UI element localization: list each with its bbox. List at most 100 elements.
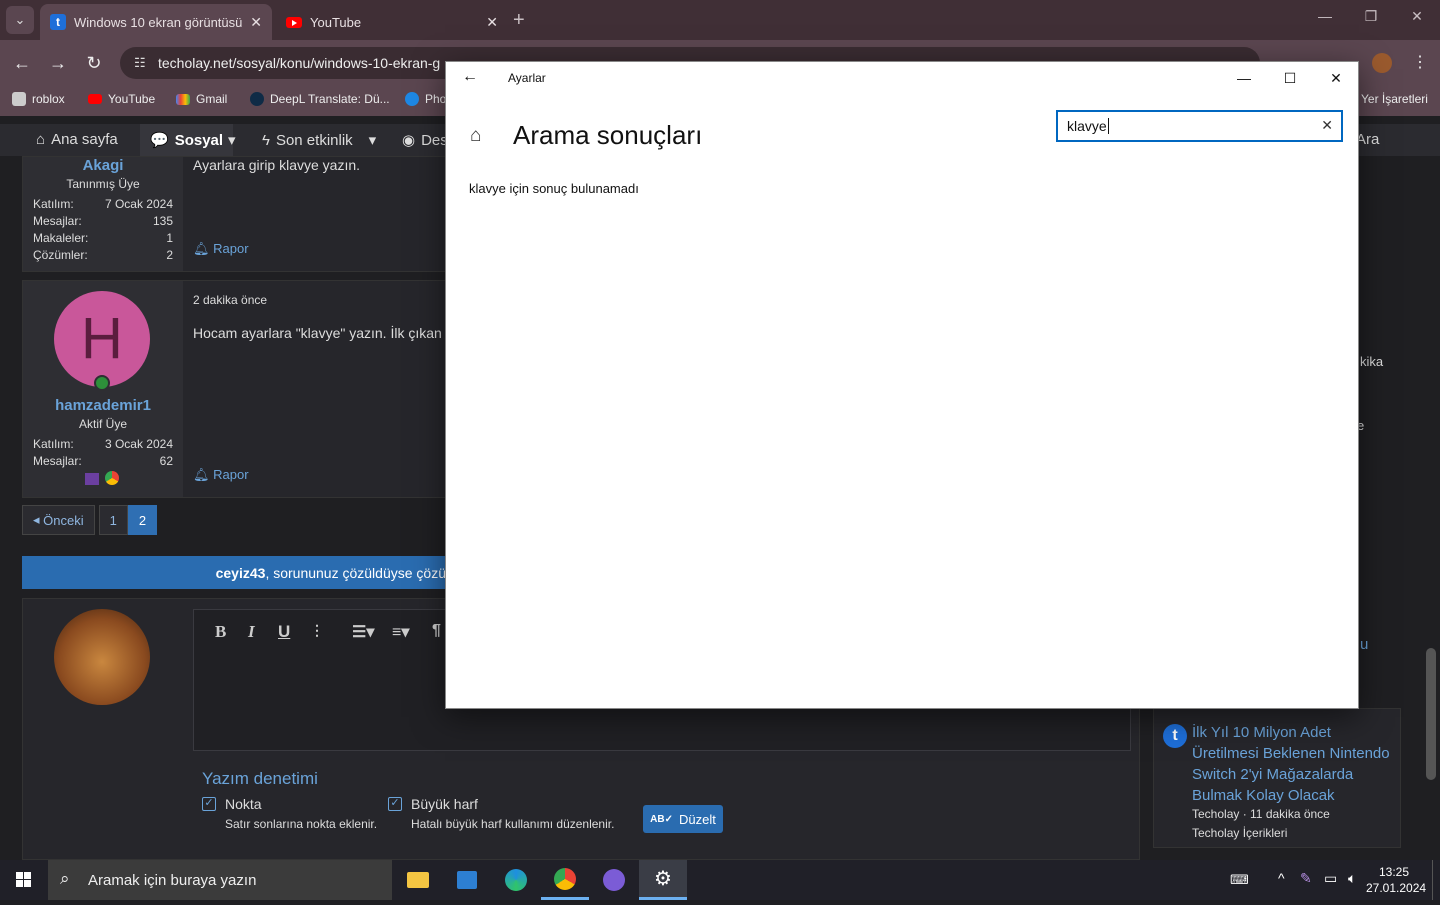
profile-avatar[interactable] — [1372, 53, 1392, 73]
username[interactable]: hamzademir1 — [23, 397, 183, 414]
chevron-down-icon[interactable]: ▾ — [228, 131, 236, 149]
maximize-icon[interactable]: ☐ — [1267, 62, 1313, 94]
article-title[interactable]: İlk Yıl 10 Milyon Adet Üretilmesi Beklen… — [1192, 722, 1397, 806]
stat-row: Mesajlar: 135 — [33, 214, 173, 228]
report-link[interactable]: 🔔︎ Rapor — [193, 467, 249, 483]
start-button[interactable] — [0, 860, 48, 900]
tab-youtube[interactable]: YouTube ✕ — [276, 4, 508, 40]
edge-app[interactable] — [492, 860, 540, 900]
youtube-favicon-icon — [286, 16, 302, 28]
page-1-button[interactable]: 1 — [98, 505, 128, 535]
checkbox-buyuk-harf[interactable]: ✓ — [388, 797, 402, 811]
page-2-button[interactable]: 2 — [127, 505, 158, 535]
article-category[interactable]: Techolay İçerikleri — [1192, 826, 1287, 840]
forward-icon[interactable]: → — [46, 52, 70, 76]
settings-window: ← Ayarlar — ☐ ✕ ⌂ Arama sonuçları klavye… — [445, 61, 1359, 709]
menu-icon[interactable]: ⋮ — [1412, 52, 1428, 72]
chrome-badge-icon — [105, 471, 119, 485]
close-icon[interactable]: ✕ — [1313, 62, 1359, 94]
user-info: H hamzademir1 Aktif Üye Katılım: 3 Ocak 2… — [23, 281, 183, 497]
close-window-icon[interactable]: ✕ — [1394, 8, 1440, 32]
chrome-app[interactable] — [541, 860, 589, 900]
network-icon[interactable]: ▭ — [1324, 870, 1337, 887]
bell-icon: 🔔︎ — [193, 241, 210, 256]
nav-des[interactable]: ◉ Des — [402, 131, 448, 150]
paragraph-icon[interactable]: ¶ — [432, 622, 441, 640]
stat-row: Makaleler: 1 — [33, 231, 173, 245]
minimize-icon[interactable]: — — [1302, 8, 1348, 32]
back-icon[interactable]: ← — [462, 68, 478, 86]
volume-icon[interactable]: 🔈︎ — [1348, 870, 1356, 887]
stat-row: Katılım: 7 Ocak 2024 — [33, 197, 173, 211]
option-desc: Hatalı büyük harf kullanımı düzenlenir. — [411, 817, 615, 831]
app-purple[interactable] — [590, 860, 638, 900]
nav-social[interactable]: 💬 Sosyal — [140, 124, 234, 156]
chevron-left-icon: ◂ — [33, 512, 40, 527]
minimize-icon[interactable]: — — [1221, 62, 1267, 94]
nav-home[interactable]: ⌂ Ana sayfa — [36, 131, 118, 148]
new-tab-icon[interactable]: + — [513, 10, 525, 30]
app-icon — [603, 869, 625, 891]
post-text: Ayarlara girip klavye yazın. — [193, 157, 361, 173]
bookmark-gmail[interactable]: Gmail — [176, 92, 227, 106]
sidebar-fragment: kika — [1360, 354, 1384, 369]
option-label: Nokta — [225, 796, 262, 812]
close-tab-icon[interactable]: ✕ — [486, 14, 498, 31]
gear-icon: ⚙ — [654, 868, 672, 890]
checkbox-nokta[interactable]: ✓ — [202, 797, 216, 811]
store-icon — [457, 871, 477, 889]
bookmark-youtube[interactable]: YouTube — [88, 92, 155, 106]
tab-techolay[interactable]: t Windows 10 ekran görüntüsü al ✕ — [40, 4, 272, 40]
username[interactable]: Akagi — [23, 157, 183, 174]
underline-icon[interactable]: U — [278, 622, 290, 642]
chevron-up-icon[interactable]: ^ — [1278, 870, 1285, 886]
search-icon: ⌕ — [60, 869, 70, 888]
bookmark-folder[interactable]: Yer İşaretleri — [1361, 92, 1428, 106]
online-indicator-icon — [94, 375, 110, 391]
solved-banner: ceyiz43, sorununuz çözüldüyse çözü — [22, 556, 452, 589]
settings-search-input[interactable]: klavye ✕ — [1056, 110, 1343, 142]
clear-icon[interactable]: ✕ — [1321, 117, 1333, 134]
align-icon[interactable]: ≡▾ — [392, 622, 409, 642]
bell-icon: 🔔︎ — [193, 467, 210, 482]
site-settings-icon[interactable]: ☷ — [134, 55, 150, 71]
reload-icon[interactable]: ↻ — [82, 52, 106, 76]
nav-search[interactable]: Ara — [1356, 131, 1379, 148]
avatar[interactable]: H — [54, 291, 150, 387]
chrome-icon — [554, 867, 576, 890]
bookmark-deepl[interactable]: DeepL Translate: Dü... — [250, 92, 390, 106]
show-desktop-button[interactable] — [1432, 860, 1440, 900]
file-explorer-app[interactable] — [394, 860, 442, 900]
tab-search-button[interactable]: ⌄ — [6, 6, 34, 34]
restore-icon[interactable]: ❐ — [1348, 8, 1394, 32]
settings-app[interactable]: ⚙ — [639, 860, 687, 900]
list-icon[interactable]: ☰▾ — [352, 622, 374, 642]
bookmark-roblox[interactable]: roblox — [12, 92, 65, 106]
post-time: 2 dakika önce — [193, 293, 268, 307]
bookmark-pho[interactable]: Pho — [405, 92, 446, 106]
close-tab-icon[interactable]: ✕ — [250, 14, 262, 31]
fix-button[interactable]: AB✓ Düzelt — [643, 805, 723, 833]
avatar[interactable] — [54, 609, 150, 705]
scrollbar-thumb[interactable] — [1426, 648, 1436, 780]
italic-icon[interactable]: I — [248, 622, 255, 642]
nav-activity[interactable]: ϟ Son etkinlik ▾ — [262, 131, 376, 150]
store-app[interactable] — [443, 860, 491, 900]
report-link[interactable]: 🔔︎ Rapor — [193, 241, 249, 257]
pagination: ◂ Önceki 1 2 — [22, 505, 158, 535]
clock[interactable]: 13:25 27.01.2024 — [1366, 864, 1426, 896]
user-role: Tanınmış Üye — [66, 177, 140, 191]
home-icon[interactable]: ⌂ — [470, 125, 481, 147]
home-icon: ⌂ — [36, 131, 46, 148]
more-options-icon[interactable]: ⋮ — [310, 622, 324, 639]
pen-icon[interactable]: ✎ — [1300, 870, 1312, 887]
prev-page-button[interactable]: ◂ Önceki — [22, 505, 95, 535]
bold-icon[interactable]: B — [215, 622, 226, 642]
post: Akagi Tanınmış Üye Katılım: 7 Ocak 2024 M… — [22, 156, 452, 272]
tab-title: YouTube — [310, 14, 362, 30]
spellcheck-title: Yazım denetimi — [202, 769, 318, 788]
keyboard-icon[interactable]: ⌨ — [1230, 872, 1249, 888]
sidebar-fragment: u — [1360, 636, 1369, 653]
back-icon[interactable]: ← — [10, 52, 34, 76]
taskbar-search[interactable]: ⌕ Aramak için buraya yazın — [48, 860, 392, 900]
